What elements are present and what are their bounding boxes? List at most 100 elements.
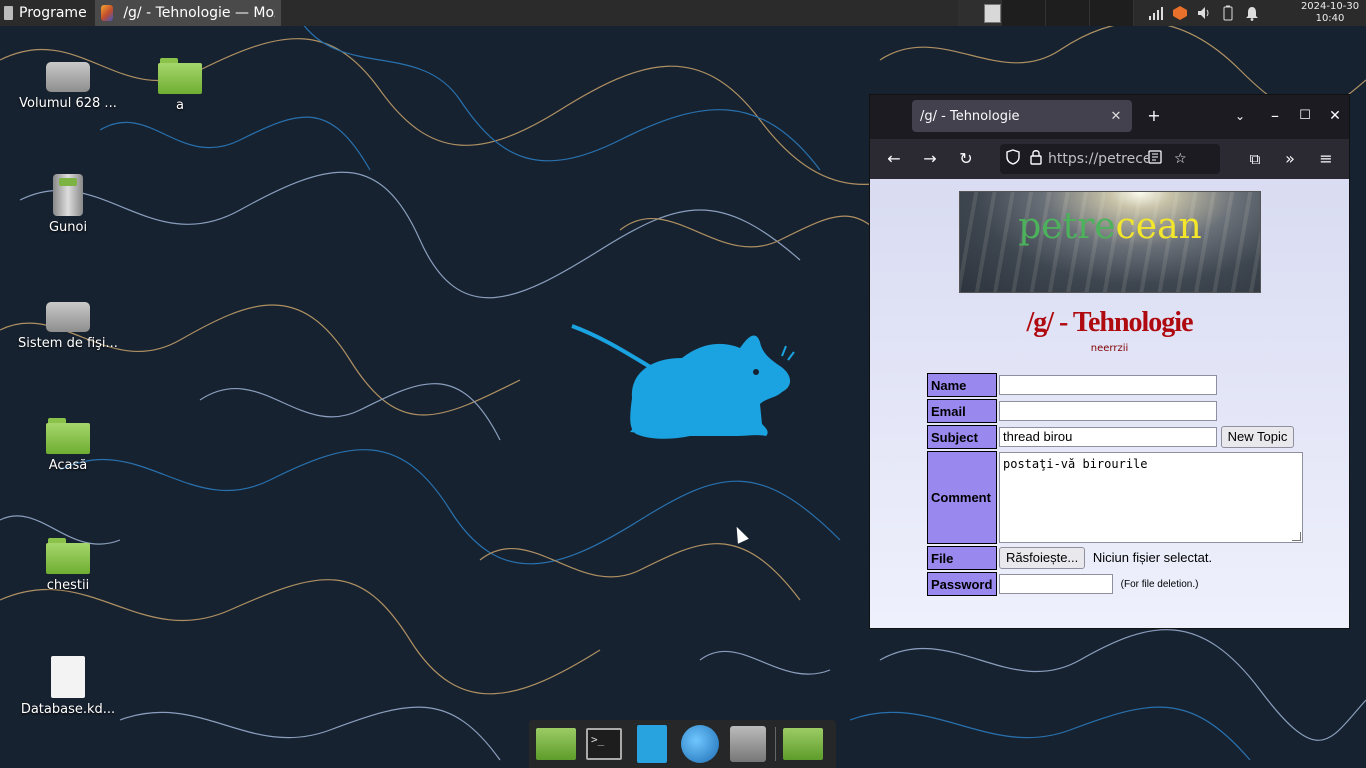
- logo-part2: cean: [1115, 206, 1202, 247]
- drive-icon: [46, 62, 90, 92]
- page-content: petrecean /g/ - Tehnologie neerrzii Name…: [870, 179, 1349, 628]
- file-manager-icon: [637, 725, 667, 763]
- file-label: File: [927, 546, 997, 570]
- comment-textarea[interactable]: postaţi-vă birourile: [999, 452, 1303, 543]
- applications-menu-label: Programe: [19, 5, 87, 21]
- tracking-shield-icon[interactable]: [1006, 149, 1020, 169]
- firefox-window: /g/ - Tehnologie ✕ + ⌄ – ☐ ✕ ← → ↻ https…: [869, 94, 1350, 629]
- tab-active[interactable]: /g/ - Tehnologie ✕: [912, 100, 1132, 132]
- desktop-icon-label: Sistem de fişi...: [18, 336, 118, 351]
- top-panel: Programe /g/ - Tehnologie — Mozilla... 2…: [0, 0, 1366, 26]
- terminal-icon: >_: [586, 728, 622, 760]
- subject-label: Subject: [927, 425, 997, 449]
- app-finder-icon: [730, 726, 766, 762]
- tab-bar: /g/ - Tehnologie ✕ + ⌄ – ☐ ✕: [870, 95, 1349, 139]
- hamburger-menu-icon[interactable]: ≡: [1314, 147, 1338, 171]
- updates-icon[interactable]: [1172, 5, 1188, 21]
- desktop-icon-label: Gunoi: [48, 220, 88, 235]
- desktop-icon-trash[interactable]: Gunoi: [18, 174, 118, 235]
- desktop-icon-label: Acasă: [48, 458, 88, 473]
- email-input[interactable]: [999, 401, 1217, 421]
- reader-view-icon[interactable]: [1148, 150, 1162, 168]
- bookmark-star-icon[interactable]: ☆: [1174, 151, 1187, 167]
- desktop-icon-database[interactable]: Database.kd...: [18, 656, 118, 717]
- trash-icon: [53, 174, 83, 216]
- folder-icon: [158, 58, 202, 94]
- applications-menu-button[interactable]: Programe: [0, 0, 91, 26]
- subject-input[interactable]: thread birou: [999, 427, 1217, 447]
- forward-icon[interactable]: →: [918, 147, 942, 171]
- firefox-icon: [100, 5, 114, 21]
- password-input[interactable]: [999, 574, 1113, 594]
- workspace-3[interactable]: [1046, 0, 1090, 26]
- navigation-toolbar: ← → ↻ https://petrecean ☆ ⧉ » ≡: [870, 139, 1349, 179]
- dock-terminal[interactable]: >_: [583, 725, 625, 763]
- desktop-icon-volume[interactable]: Volumul 628 ...: [18, 58, 118, 111]
- no-file-selected-text: Niciun fișier selectat.: [1092, 550, 1213, 565]
- url-bar[interactable]: https://petrecean ☆: [1000, 144, 1220, 174]
- tab-title: /g/ - Tehnologie: [920, 108, 1020, 124]
- workspace-4[interactable]: [1090, 0, 1134, 26]
- desktop-icon-home[interactable]: Acasă: [18, 418, 118, 473]
- folder-icon: [46, 538, 90, 574]
- notifications-bell-icon[interactable]: [1244, 5, 1260, 21]
- desktop-icon-label: Volumul 628 ...: [19, 96, 117, 111]
- taskbar-window-title: /g/ - Tehnologie — Mozilla...: [123, 5, 275, 21]
- lock-icon[interactable]: [1030, 149, 1042, 169]
- desktop-icon-label: a: [176, 98, 184, 113]
- resize-grip-icon[interactable]: [1292, 532, 1301, 541]
- dock-web-browser[interactable]: [679, 725, 721, 763]
- xfce-mouse-logo: [571, 324, 795, 439]
- clock-time: 10:40: [1315, 13, 1345, 24]
- minimize-icon[interactable]: –: [1263, 104, 1287, 128]
- system-tray: [1148, 0, 1260, 26]
- web-browser-icon: [681, 725, 719, 763]
- new-tab-icon[interactable]: +: [1142, 104, 1166, 128]
- extensions-icon[interactable]: ⧉: [1243, 147, 1267, 171]
- clock-date: 2024-10-30: [1300, 1, 1360, 12]
- drive-icon: [46, 302, 90, 332]
- url-text: https://petrecean: [1048, 151, 1148, 167]
- tab-close-icon[interactable]: ✕: [1108, 109, 1124, 124]
- workspace-1[interactable]: [958, 0, 1002, 26]
- email-label: Email: [927, 399, 997, 423]
- overflow-menu-icon[interactable]: »: [1278, 147, 1302, 171]
- workspace-2[interactable]: [1002, 0, 1046, 26]
- desktop-icon-label: chestii: [46, 578, 90, 593]
- network-icon[interactable]: [1148, 5, 1164, 21]
- dock-file-manager[interactable]: [631, 725, 673, 763]
- workspace-switcher[interactable]: [958, 0, 1134, 26]
- dock-separator: [775, 727, 776, 761]
- maximize-icon[interactable]: ☐: [1293, 104, 1317, 128]
- list-all-tabs-icon[interactable]: ⌄: [1228, 104, 1252, 128]
- reload-icon[interactable]: ↻: [954, 147, 978, 171]
- name-input[interactable]: [999, 375, 1217, 395]
- post-form: Name Email Subject thread birou New Topi…: [925, 371, 1305, 598]
- desktop-icon-folder-a[interactable]: a: [130, 58, 230, 113]
- comment-label: Comment: [927, 451, 997, 544]
- dock: >_: [529, 720, 836, 768]
- dock-app-finder[interactable]: [727, 725, 769, 763]
- folder-icon: [783, 728, 823, 760]
- desktop-icon-filesystem[interactable]: Sistem de fişi...: [18, 298, 118, 351]
- board-title: /g/ - Tehnologie: [1026, 307, 1193, 338]
- desktop-icon-chestii[interactable]: chestii: [18, 538, 118, 593]
- menu-icon: [4, 6, 13, 20]
- browse-file-button[interactable]: Răsfoiește...: [999, 547, 1086, 569]
- dock-folder[interactable]: [782, 725, 824, 763]
- volume-icon[interactable]: [1196, 5, 1212, 21]
- back-icon[interactable]: ←: [882, 147, 906, 171]
- clock[interactable]: 2024-10-30 10:40: [1296, 1, 1364, 25]
- taskbar-window-firefox[interactable]: /g/ - Tehnologie — Mozilla...: [94, 0, 281, 26]
- site-banner[interactable]: petrecean: [959, 191, 1261, 293]
- site-logo: petrecean: [960, 206, 1260, 247]
- close-window-icon[interactable]: ✕: [1323, 104, 1347, 128]
- logo-part1: petre: [1018, 206, 1116, 247]
- dock-show-desktop[interactable]: [535, 725, 577, 763]
- new-topic-button[interactable]: New Topic: [1220, 426, 1295, 448]
- desktop-icon-label: Database.kd...: [20, 702, 116, 717]
- password-label: Password: [927, 572, 997, 596]
- battery-icon[interactable]: [1220, 5, 1236, 21]
- comment-text: postaţi-vă birourile: [1003, 457, 1148, 471]
- home-folder-icon: [46, 418, 90, 454]
